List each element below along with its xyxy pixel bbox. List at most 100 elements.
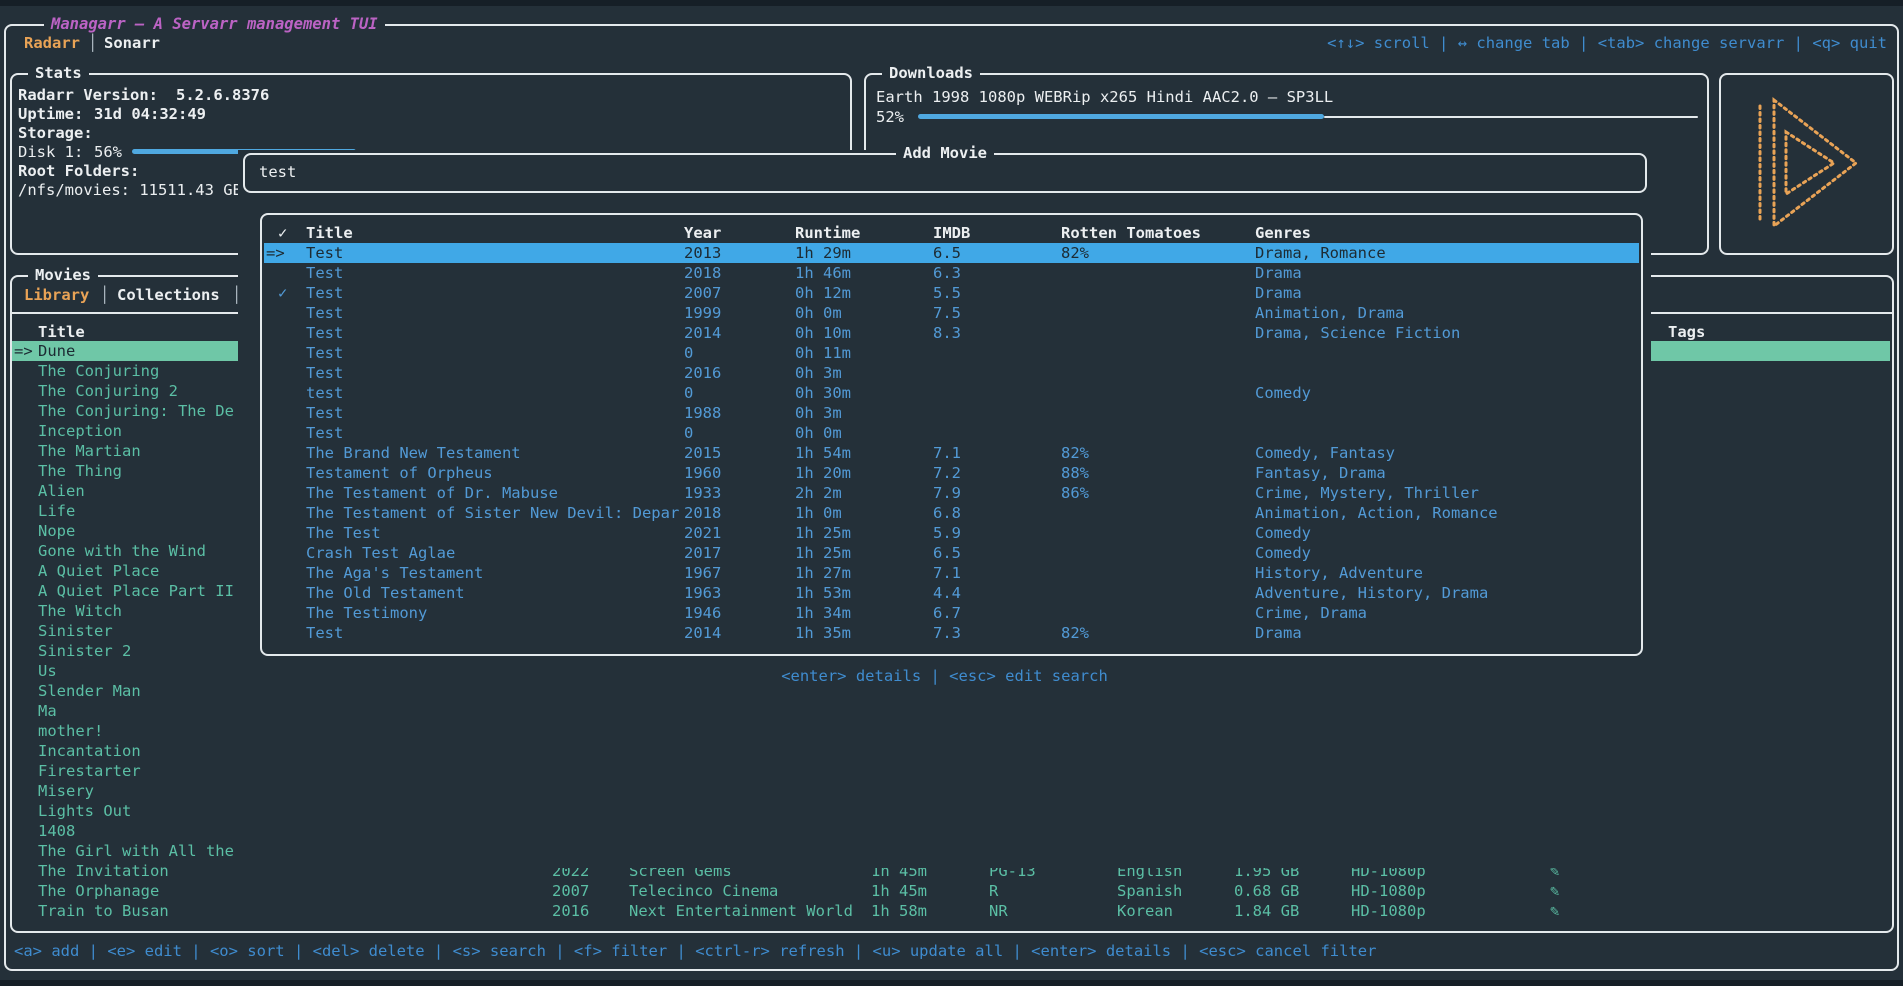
library-row[interactable]: The Orphanage2007Telecinco Cinema1h 45mR… [0,881,1903,901]
cell-runtime: 1h 53m [795,583,851,603]
result-row[interactable]: Test20141h 35m7.382%Drama [262,623,1641,643]
result-row[interactable]: Test20140h 10m8.3Drama, Science Fiction [262,323,1641,343]
cell-year: 1967 [684,563,721,583]
cell-genres: Comedy [1255,383,1311,403]
cell-runtime: 1h 0m [795,503,842,523]
download-percent: 52% [876,107,904,127]
cell-movie-title: The Witch [38,601,122,621]
cell-title: Testament of Orpheus [306,463,493,483]
cell-year: 2007 [552,881,589,901]
cell-year: 1999 [684,303,721,323]
result-row[interactable]: test00h 30mComedy [262,383,1641,403]
result-row[interactable]: =>Test20131h 29m6.582%Drama, Romance [262,243,1641,263]
cell-movie-title: The Invitation [38,861,169,881]
column-header: Title [306,223,353,243]
tab-radarr[interactable]: Radarr [24,33,80,53]
result-row[interactable]: Test19880h 3m [262,403,1641,423]
cell-runtime: 0h 0m [795,423,842,443]
cell-movie-title: Incantation [38,741,141,761]
cell-imdb: 7.2 [933,463,961,483]
cell-movie-title: A Quiet Place Part II [38,581,234,601]
cell-genres: Adventure, History, Drama [1255,583,1488,603]
cell-language: Spanish [1117,881,1182,901]
result-row[interactable]: Test20181h 46m6.3Drama [262,263,1641,283]
cell-certification: R [989,881,998,901]
result-row[interactable]: The Aga's Testament19671h 27m7.1History,… [262,563,1641,583]
cell-imdb: 7.3 [933,623,961,643]
result-row[interactable]: Test00h 0m [262,423,1641,443]
monitored-edit-icon: ✎ [1550,901,1559,921]
library-tags-column-header[interactable]: Tags [1668,322,1705,342]
cell-year: 2013 [684,243,721,263]
tab-collections[interactable]: Collections [117,285,220,305]
monitored-edit-icon: ✎ [1550,881,1559,901]
column-header: IMDB [933,223,970,243]
cell-runtime: 1h 25m [795,523,851,543]
cell-year: 0 [684,383,693,403]
result-row[interactable]: Crash Test Aglae20171h 25m6.5Comedy [262,543,1641,563]
cell-studio: Next Entertainment World [629,901,853,921]
library-row[interactable]: Train to Busan2016Next Entertainment Wor… [0,901,1903,921]
cell-year: 2014 [684,623,721,643]
cell-imdb: 7.1 [933,443,961,463]
cell-imdb: 6.5 [933,243,961,263]
column-header: Genres [1255,223,1311,243]
add-movie-search-box[interactable]: Add Movie test [243,153,1647,193]
cell-movie-title: Slender Man [38,681,141,701]
cell-year: 1960 [684,463,721,483]
search-input[interactable]: test [259,162,296,182]
cell-movie-title: Train to Busan [38,901,169,921]
cell-runtime: 1h 35m [795,623,851,643]
cell-genres: Crime, Drama [1255,603,1367,623]
library-title-column-header[interactable]: Title [38,322,85,342]
cell-movie-title: The Orphanage [38,881,159,901]
cell-title: The Aga's Testament [306,563,483,583]
cell-runtime: 0h 10m [795,323,851,343]
cell-year: 2015 [684,443,721,463]
cell-movie-title: Lights Out [38,801,131,821]
cell-runtime: 0h 3m [795,403,842,423]
cell-movie-title: Sinister 2 [38,641,131,661]
result-row[interactable]: The Test20211h 25m5.9Comedy [262,523,1641,543]
result-row[interactable]: The Old Testament19631h 53m4.4Adventure,… [262,583,1641,603]
cell-year: 2014 [684,323,721,343]
result-row[interactable]: Testament of Orpheus19601h 20m7.288%Fant… [262,463,1641,483]
result-row[interactable]: The Testament of Dr. Mabuse19332h 2m7.98… [262,483,1641,503]
result-row[interactable]: Test19990h 0m7.5Animation, Drama [262,303,1641,323]
cell-rotten-tomatoes: 82% [1061,623,1089,643]
result-row[interactable]: The Testament of Sister New Devil: Depar… [262,503,1641,523]
result-row[interactable]: Test20160h 3m [262,363,1641,383]
add-movie-popup-title: Add Movie [896,143,994,163]
top-help-text: <↑↓> scroll | ↔ change tab | <tab> chang… [1327,33,1887,53]
disk-label: Disk 1: [18,142,83,162]
cell-genres: Drama, Romance [1255,243,1386,263]
cell-language: Korean [1117,901,1173,921]
cell-year: 1933 [684,483,721,503]
result-row[interactable]: The Testimony19461h 34m6.7Crime, Drama [262,603,1641,623]
result-row[interactable]: The Brand New Testament20151h 54m7.182%C… [262,443,1641,463]
cell-genres: Comedy, Fantasy [1255,443,1395,463]
result-row[interactable]: Test00h 11m [262,343,1641,363]
cell-year: 2007 [684,283,721,303]
cell-title: test [306,383,343,403]
cell-movie-title: The Conjuring 2 [38,381,178,401]
downloads-panel-title: Downloads [882,63,980,83]
cell-studio: Telecinco Cinema [629,881,778,901]
cell-size: 0.68 GB [1234,881,1299,901]
cell-title: Test [306,363,343,383]
result-row[interactable]: ✓Test20070h 12m5.5Drama [262,283,1641,303]
selection-arrow-icon: => [14,341,33,361]
cell-movie-title: Dune [38,341,75,361]
stats-panel-title: Stats [28,63,89,83]
cell-title: Test [306,263,343,283]
cell-genres: Fantasy, Drama [1255,463,1386,483]
cell-genres: Drama [1255,263,1302,283]
cell-title: The Test [306,523,381,543]
tab-sonarr[interactable]: Sonarr [104,33,160,53]
cell-year: 2018 [684,263,721,283]
cell-year: 2016 [684,363,721,383]
cell-genres: Crime, Mystery, Thriller [1255,483,1479,503]
tab-library[interactable]: Library [24,285,89,305]
cell-movie-title: Firestarter [38,761,141,781]
cell-runtime: 1h 25m [795,543,851,563]
